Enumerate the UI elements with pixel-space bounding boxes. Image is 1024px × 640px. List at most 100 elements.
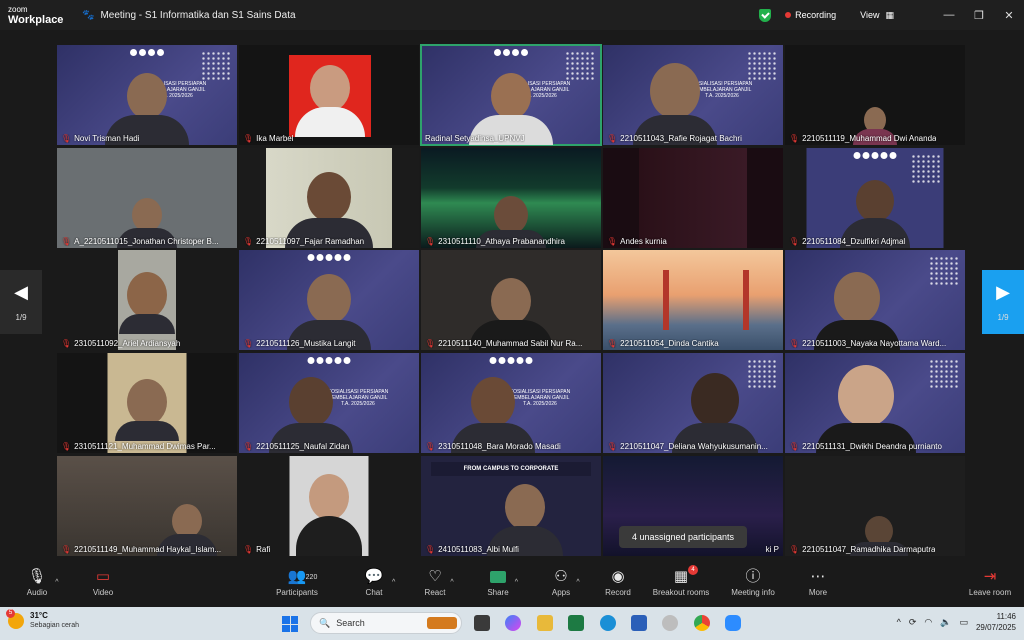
participant-tile[interactable]: 🎙 2210511131_Dwikhi Deandra purnianto — [785, 353, 965, 453]
loading-icon[interactable] — [662, 615, 678, 631]
participant-tile[interactable]: 🎙 2210511054_Dinda Cantika — [603, 250, 783, 350]
more-label: More — [808, 588, 828, 597]
chevron-up-icon[interactable]: ^ — [897, 617, 901, 627]
mic-muted-icon: 🎙 — [425, 545, 436, 554]
participant-name: 🎙 2210511047_Ramadhika Darmaputra — [789, 545, 936, 554]
participant-tile[interactable]: 🎙 Andes kurnia — [603, 148, 783, 248]
speaker-icon[interactable]: 🔈 — [940, 617, 951, 628]
wifi-icon[interactable]: ◠ — [924, 617, 932, 628]
participants-label: Participants — [276, 588, 318, 597]
mic-muted-icon: 🎙 — [607, 134, 618, 143]
participant-name: 🎙 2210511119_Muhammad Dwi Ananda — [789, 134, 937, 143]
participant-tile[interactable]: 🎙 2210511119_Muhammad Dwi Ananda — [785, 45, 965, 145]
mic-muted-icon: 🎙 — [789, 237, 800, 246]
video-button[interactable]: ▭ Video — [73, 567, 133, 597]
participant-name: 🎙 2210511054_Dinda Cantika — [607, 339, 719, 348]
participant-tile[interactable]: 🎙 2210511140_Muhammad Sabil Nur Ra... — [421, 250, 601, 350]
participant-tile[interactable]: FROM CAMPUS TO CORPORATE 🎙 2410511083_Alb… — [421, 456, 601, 556]
weather-widget[interactable]: 5 31°C Sebagian cerah — [6, 609, 79, 631]
participant-tile[interactable]: 🎙 A_2210511015_Jonathan Christoper B... — [57, 148, 237, 248]
clock-date: 29/07/2025 — [975, 623, 1016, 632]
audio-options-caret[interactable]: ^ — [55, 573, 58, 593]
chrome-icon[interactable] — [694, 615, 710, 631]
search-highlight-icon — [427, 617, 457, 629]
react-button[interactable]: ♡ ^ React — [405, 567, 465, 597]
mic-muted-icon: 🎙 — [607, 339, 618, 348]
participant-tile[interactable]: 🎙 2310511092_Ariel Ardiansyah — [57, 250, 237, 350]
participant-tile[interactable]: 🎙 2210511084_Dzulfikri Adjmal — [785, 148, 965, 248]
security-shield-icon[interactable] — [759, 8, 772, 22]
institution-logos — [130, 49, 164, 56]
participant-tile[interactable]: 🎙 2310511110_Athaya Prabanandhira — [421, 148, 601, 248]
participant-tile[interactable]: 🎙 2210511126_Mustika Langit — [239, 250, 419, 350]
bridge-tower — [743, 270, 749, 330]
copilot-icon[interactable] — [505, 615, 521, 631]
zoom-app-icon[interactable] — [725, 615, 741, 631]
chevron-right-icon: ▶ — [996, 282, 1010, 302]
participant-tile[interactable]: 🎙 2210511149_Muhammad Haykal_Islam... — [57, 456, 237, 556]
participant-tile[interactable]: 🎙 2210511097_Fajar Ramadhan — [239, 148, 419, 248]
chat-button[interactable]: 💬 ^ Chat — [344, 567, 404, 597]
close-button[interactable]: ✕ — [994, 9, 1024, 22]
clock-time: 11:46 — [996, 612, 1016, 621]
meeting-info-button[interactable]: ⓘ Meeting info — [723, 567, 783, 597]
mic-muted-icon: 🎙 — [243, 134, 254, 143]
participant-name: ki P — [765, 545, 779, 554]
task-view-icon[interactable] — [474, 615, 490, 631]
sync-icon[interactable]: ⟳ — [909, 617, 917, 628]
audio-button[interactable]: 🎙 ^ Audio — [7, 567, 67, 597]
prev-page-button[interactable]: ◀ 1/9 — [0, 270, 42, 334]
battery-icon[interactable]: ▭ — [959, 617, 968, 628]
participant-tile-active-speaker[interactable]: SOSIALISASI PERSIAPAN PEMBELAJARAN GANJIL… — [420, 44, 602, 146]
participant-tile[interactable]: SOSIALISASI PERSIAPAN PEMBELAJARAN GANJIL… — [421, 353, 601, 453]
excel-icon[interactable] — [568, 615, 584, 631]
more-button[interactable]: ⋯ More — [788, 567, 848, 597]
participant-video — [115, 379, 179, 441]
breakout-rooms-button[interactable]: ▦ 4 Breakout rooms — [651, 565, 711, 597]
word-icon[interactable] — [631, 615, 647, 631]
file-explorer-icon[interactable] — [537, 615, 553, 631]
participant-video — [633, 63, 717, 145]
participant-tile[interactable]: 🎙 2210511047_Deliana Wahyukusumanin... — [603, 353, 783, 453]
system-tray: ^ ⟳ ◠ 🔈 ▭ 11:46 29/07/2025 — [897, 611, 1016, 633]
mic-muted-icon: 🎙 — [243, 545, 254, 554]
apps-icon: ⚇ ^ — [554, 568, 580, 586]
paw-icon: 🐾 — [82, 9, 95, 21]
participant-name: 🎙 2210511084_Dzulfikri Adjmal — [789, 237, 906, 246]
recording-label[interactable]: Recording — [795, 10, 836, 20]
participant-tile[interactable]: 🎙 Rafi — [239, 456, 419, 556]
participant-name: 🎙 2210511003_Nayaka Nayottama Ward... — [789, 339, 947, 348]
participant-tile[interactable]: 🎙 2210511047_Ramadhika Darmaputra — [785, 456, 965, 556]
zoom-window: zoom Workplace 🐾 Meeting - S1 Informatik… — [0, 0, 1024, 640]
leave-room-icon: ⇥ — [983, 568, 997, 585]
share-button[interactable]: ^ Share — [468, 567, 528, 597]
next-page-button[interactable]: ▶ 1/9 — [982, 270, 1024, 334]
participant-tile[interactable]: SOSIALISASI PERSIAPAN PEMBELAJARAN GANJIL… — [239, 353, 419, 453]
participant-tile[interactable]: 🎙 2310511121_Muhammad Dwimas Par... — [57, 353, 237, 453]
participant-tile[interactable]: 🎙 Ika Marbel — [239, 45, 419, 145]
minimize-button[interactable]: — — [934, 9, 964, 21]
edge-icon[interactable] — [600, 615, 616, 631]
apps-button[interactable]: ⚇ ^ Apps — [531, 567, 591, 597]
leave-room-button[interactable]: ⇥ Leave room — [960, 567, 1020, 597]
view-button[interactable]: View — [860, 10, 879, 20]
participants-icon: 👥 220 — [288, 567, 318, 587]
participant-tile[interactable]: SOSIALISASI PERSIAPAN PEMBELAJARAN GANJIL… — [57, 45, 237, 145]
participant-video — [119, 272, 175, 334]
breakout-rooms-icon: ▦ 4 — [674, 565, 699, 587]
grid-view-icon[interactable]: ▦ — [885, 10, 894, 21]
titlebar-controls: Recording View ▦ — ❐ ✕ — [759, 0, 1024, 30]
mic-muted-icon: 🎙 — [607, 237, 618, 246]
clock[interactable]: 11:46 29/07/2025 — [976, 611, 1016, 633]
recording-dot-icon — [785, 12, 792, 18]
participant-tile[interactable]: SOSIALISASI PERSIAPAN PEMBELAJARAN GANJIL… — [603, 45, 783, 145]
windows-start-icon[interactable] — [282, 616, 298, 632]
taskbar-search[interactable]: 🔍 Search — [310, 612, 462, 634]
participant-name: 🎙 2310511121_Muhammad Dwimas Par... — [61, 442, 216, 451]
record-button[interactable]: ◉ Record — [588, 567, 648, 597]
restore-button[interactable]: ❐ — [964, 9, 994, 22]
participant-tile[interactable]: 🎙 2210511003_Nayaka Nayottama Ward... — [785, 250, 965, 350]
participants-button[interactable]: 👥 220 Participants — [267, 567, 327, 597]
mic-muted-icon: 🎙 — [789, 545, 800, 554]
mic-muted-icon: 🎙 — [425, 442, 436, 451]
